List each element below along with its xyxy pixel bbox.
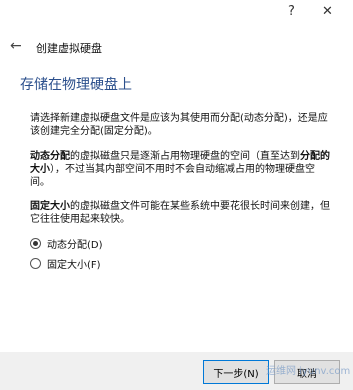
close-icon[interactable]: ✕ xyxy=(322,4,333,19)
wizard-title: 创建虚拟硬盘 xyxy=(36,42,102,55)
fixed-text: 的虚拟磁盘文件可能在某些系统中要花很长时间来创建，但它往往使用起来较快。 xyxy=(30,201,330,225)
watermark: 运维网 iyunv.com xyxy=(266,366,351,377)
dynamic-text-2: ），不过当其内部空间不用时不会自动缩减占用的物理硬盘空间。 xyxy=(30,164,315,188)
wizard-content: 存储在物理硬盘上 请选择新建虚拟硬盘文件是应该为其使用而分配(动态分配)，还是应… xyxy=(0,66,353,352)
option-dynamic[interactable]: 动态分配(D) xyxy=(30,236,103,251)
help-icon[interactable]: ? xyxy=(288,4,295,19)
page-title: 存储在物理硬盘上 xyxy=(20,77,132,93)
radio-selected-dot xyxy=(33,241,38,246)
intro-text: 请选择新建虚拟硬盘文件是应该为其使用而分配(动态分配)，还是应该创建完全分配(固… xyxy=(30,113,328,137)
wizard-header: ← 创建虚拟硬盘 xyxy=(0,30,353,66)
dynamic-text: 的虚拟磁盘只是逐渐占用物理硬盘的空间（直至达到 xyxy=(70,151,300,162)
next-button[interactable]: 下一步(N) xyxy=(203,360,269,384)
dynamic-label-bold: 动态分配 xyxy=(30,151,70,162)
option-fixed[interactable]: 固定大小(F) xyxy=(30,256,101,271)
fixed-description: 固定大小的虚拟磁盘文件可能在某些系统中要花很长时间来创建，但它往往使用起来较快。 xyxy=(30,200,330,226)
radio-dynamic[interactable] xyxy=(30,238,41,249)
dynamic-description: 动态分配的虚拟磁盘只是逐渐占用物理硬盘的空间（直至达到分配的大小），不过当其内部… xyxy=(30,150,330,189)
radio-fixed[interactable] xyxy=(30,258,41,269)
back-arrow-icon[interactable]: ← xyxy=(10,38,22,54)
fixed-label-bold: 固定大小 xyxy=(30,201,70,212)
title-bar: ? ✕ xyxy=(0,0,353,30)
option-dynamic-label[interactable]: 动态分配(D) xyxy=(47,236,103,251)
option-fixed-label[interactable]: 固定大小(F) xyxy=(47,256,101,271)
